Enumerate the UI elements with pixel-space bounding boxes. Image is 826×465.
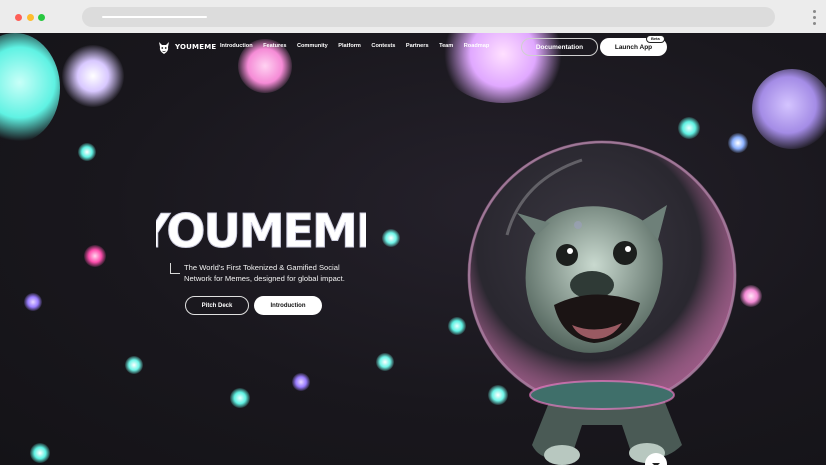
page-viewport: YOUMEME Introduction Features Community … — [0, 33, 826, 465]
logo-text: YOUMEME — [175, 43, 217, 51]
bokeh-bubble — [376, 353, 394, 371]
bokeh-bubble — [78, 143, 96, 161]
pitch-deck-button[interactable]: Pitch Deck — [185, 296, 249, 315]
bokeh-bubble — [230, 388, 250, 408]
documentation-button[interactable]: Documentation — [521, 38, 598, 56]
nav-links: Introduction Features Community Platform… — [220, 43, 500, 49]
introduction-button[interactable]: Introduction — [254, 296, 322, 315]
bokeh-bubble — [84, 245, 106, 267]
browser-chrome — [0, 0, 826, 33]
bokeh-bubble — [24, 293, 42, 311]
bokeh-bubble — [30, 443, 50, 463]
bokeh-bubble — [752, 69, 826, 149]
url-placeholder-line — [102, 16, 207, 18]
nav-platform[interactable]: Platform — [338, 43, 361, 49]
nav-contests[interactable]: Contests — [371, 43, 395, 49]
kebab-menu-icon[interactable] — [811, 10, 817, 26]
chevron-down-icon — [652, 463, 660, 465]
hero-tagline: The World's First Tokenized & Gamified S… — [184, 263, 345, 283]
beta-badge: Beta — [646, 35, 665, 43]
bokeh-bubble — [292, 373, 310, 391]
tagline-bracket — [170, 263, 180, 274]
minimize-window-button[interactable] — [27, 14, 34, 21]
hero-title: YOUMEME — [156, 204, 366, 258]
dog-mascot-icon — [159, 42, 169, 54]
bokeh-bubble — [382, 229, 400, 247]
site-logo[interactable]: YOUMEME — [158, 41, 216, 55]
nav-roadmap[interactable]: Roadmap — [464, 43, 490, 49]
address-bar[interactable] — [82, 7, 775, 27]
top-navigation: YOUMEME Introduction Features Community … — [0, 33, 826, 61]
bokeh-bubble — [125, 356, 143, 374]
maximize-window-button[interactable] — [38, 14, 45, 21]
nav-team[interactable]: Team — [439, 43, 453, 49]
astronaut-dog-mascot — [467, 140, 737, 465]
nav-features[interactable]: Features — [263, 43, 286, 49]
nav-partners[interactable]: Partners — [406, 43, 429, 49]
scroll-down-button[interactable] — [645, 453, 667, 465]
hero-title-text: YOUMEME — [156, 204, 366, 257]
close-window-button[interactable] — [15, 14, 22, 21]
bokeh-bubble — [740, 285, 762, 307]
nav-community[interactable]: Community — [297, 43, 328, 49]
nav-introduction[interactable]: Introduction — [220, 43, 253, 49]
